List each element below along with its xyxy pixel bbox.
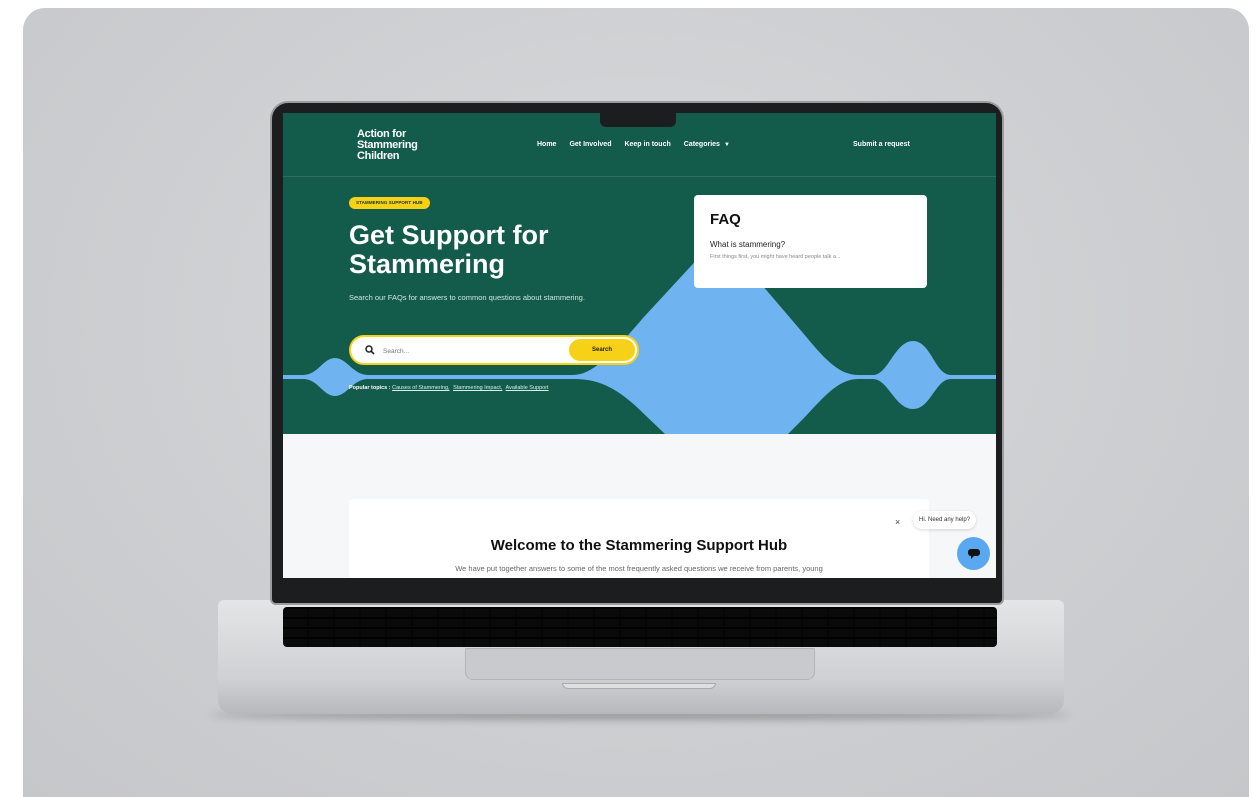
laptop-lip xyxy=(562,683,716,689)
hero-subtitle: Search our FAQs for answers to common qu… xyxy=(349,293,585,302)
chat-prompt-bubble[interactable]: Hi. Need any help? xyxy=(913,511,977,529)
laptop-trackpad xyxy=(465,648,815,680)
submit-request-link[interactable]: Submit a request xyxy=(853,141,910,148)
logo-line: Children xyxy=(357,150,400,162)
nav-get-involved[interactable]: Get Involved xyxy=(569,141,611,148)
nav-links: Home Get Involved Keep in touch Categori… xyxy=(537,141,730,148)
faq-card-title: FAQ xyxy=(710,211,741,228)
camera-notch xyxy=(600,111,676,127)
chat-launcher-button[interactable] xyxy=(957,537,990,570)
popular-topics-label: Popular topics : xyxy=(349,385,391,391)
search-input[interactable] xyxy=(383,344,563,358)
welcome-text: We have put together answers to some of … xyxy=(455,564,823,573)
laptop-screen: Action for Stammering Children Home Get … xyxy=(283,113,996,578)
search-icon xyxy=(365,345,375,355)
topic-link-causes[interactable]: Causes of Stammering, xyxy=(392,385,449,391)
chevron-down-icon: ▼ xyxy=(723,142,730,148)
faq-answer-preview: First things first, you might have heard… xyxy=(710,254,841,260)
hero-title-line: Stammering xyxy=(349,249,506,279)
nav-categories[interactable]: Categories ▼ xyxy=(684,141,730,148)
search-bar: Search xyxy=(349,335,639,365)
welcome-title: Welcome to the Stammering Support Hub xyxy=(490,537,788,554)
nav-categories-label: Categories xyxy=(683,141,720,148)
search-button[interactable]: Search xyxy=(569,339,635,361)
nav-home[interactable]: Home xyxy=(537,141,556,148)
chat-icon xyxy=(967,548,980,559)
hero-title: Get Support for Stammering xyxy=(349,221,669,279)
topic-link-impact[interactable]: Stammering Impact, xyxy=(453,385,502,391)
section-badge: STAMMERING SUPPORT HUB xyxy=(349,197,430,209)
topic-link-support[interactable]: Available Support xyxy=(506,385,549,391)
laptop-keyboard xyxy=(283,607,997,647)
site-logo[interactable]: Action for Stammering Children xyxy=(357,129,437,165)
hero-title-line: Get Support for xyxy=(349,220,549,250)
chat-close-icon[interactable]: × xyxy=(895,517,900,527)
hero-section: Action for Stammering Children Home Get … xyxy=(283,113,996,434)
faq-card[interactable]: FAQ What is stammering? First things fir… xyxy=(694,195,927,288)
welcome-card: Welcome to the Stammering Support Hub We… xyxy=(349,499,929,578)
nav-keep-in-touch[interactable]: Keep in touch xyxy=(624,141,670,148)
popular-topics: Popular topics : Causes of Stammering, S… xyxy=(349,385,551,391)
faq-question[interactable]: What is stammering? xyxy=(710,240,911,249)
